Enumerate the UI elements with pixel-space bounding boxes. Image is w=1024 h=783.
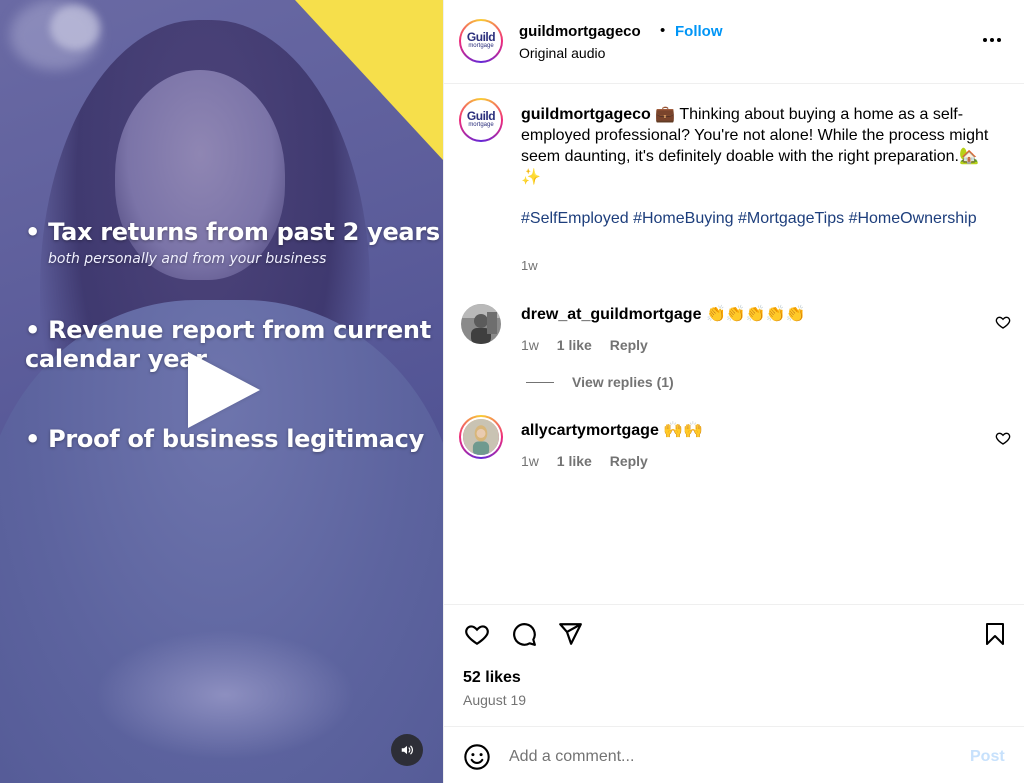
- likes-count[interactable]: 52 likes: [463, 669, 521, 687]
- view-replies-button[interactable]: View replies (1): [526, 374, 674, 390]
- guild-logo-text: Guild: [466, 30, 496, 44]
- video-figure-face: [115, 70, 285, 280]
- guild-logo: Guild mortgage: [461, 100, 501, 140]
- user-photo-icon: [461, 304, 501, 344]
- guild-logo-subtext: mortgage: [468, 122, 494, 128]
- yellow-corner-accent: [295, 0, 443, 160]
- separator-dot: •: [660, 22, 666, 39]
- background-light: [50, 5, 100, 50]
- user-photo-icon: [461, 417, 501, 457]
- comment-input[interactable]: [509, 741, 949, 773]
- avatar[interactable]: Guild mortgage: [459, 98, 503, 142]
- guild-logo: Guild mortgage: [461, 21, 501, 61]
- view-replies-label[interactable]: View replies (1): [572, 374, 674, 390]
- play-icon[interactable]: [188, 352, 260, 428]
- post-panel: Guild mortgage guildmortgageco • Follow …: [443, 0, 1024, 783]
- caption-timestamp: 1w: [521, 258, 538, 273]
- comment-meta: 1w 1 like Reply: [521, 453, 662, 469]
- replies-divider: [526, 381, 554, 383]
- guild-logo-subtext: mortgage: [468, 43, 494, 49]
- heart-icon[interactable]: [995, 314, 1011, 330]
- caption-text-block: guildmortgageco 💼 Thinking about buying …: [521, 104, 996, 188]
- post-date: August 19: [463, 692, 527, 708]
- post-header: Guild mortgage guildmortgageco • Follow …: [444, 0, 1024, 84]
- more-options-button[interactable]: [980, 28, 1004, 52]
- avatar[interactable]: Guild mortgage: [459, 19, 503, 63]
- send-icon: [559, 623, 582, 645]
- comment-username[interactable]: drew_at_guildmortgage 👏👏👏👏👏: [521, 304, 806, 324]
- comment-button[interactable]: [510, 620, 538, 648]
- comment-item: allycartymortgage 🙌🙌 1w 1 like Reply: [444, 415, 1024, 480]
- caption-hashtags[interactable]: #SelfEmployed #HomeBuying #MortgageTips …: [521, 208, 996, 229]
- comment-item: drew_at_guildmortgage 👏👏👏👏👏 1w 1 like Re…: [444, 304, 1024, 364]
- follow-button[interactable]: Follow: [675, 23, 723, 40]
- comment-likes[interactable]: 1 like: [557, 337, 592, 353]
- video-figure-hands: [95, 630, 355, 760]
- comment-text: 🙌🙌: [663, 422, 704, 439]
- post-button[interactable]: Post: [970, 748, 1005, 766]
- reply-button[interactable]: Reply: [610, 337, 648, 353]
- caption-username[interactable]: guildmortgageco: [521, 106, 651, 123]
- comment-username-text[interactable]: drew_at_guildmortgage: [521, 306, 701, 323]
- add-comment-bar: Post: [444, 726, 1024, 783]
- post-username[interactable]: guildmortgageco: [519, 23, 641, 40]
- avatar[interactable]: [461, 304, 501, 344]
- save-button[interactable]: [981, 620, 1009, 648]
- actions-divider: [444, 604, 1024, 605]
- avatar[interactable]: [459, 415, 503, 459]
- guild-logo-text: Guild: [466, 109, 496, 123]
- reel-video[interactable]: • Tax returns from past 2 years both per…: [0, 0, 443, 783]
- bookmark-icon: [986, 623, 1004, 645]
- heart-icon: [465, 625, 489, 646]
- comment-likes[interactable]: 1 like: [557, 453, 592, 469]
- comment-meta: 1w 1 like Reply: [521, 337, 662, 353]
- video-bullet-tax-returns: • Tax returns from past 2 years: [25, 218, 440, 246]
- comment-username-text[interactable]: allycartymortgage: [521, 422, 659, 439]
- share-button[interactable]: [556, 620, 584, 648]
- video-bullet-tax-returns-sub: both personally and from your business: [48, 251, 327, 267]
- comment-icon: [513, 623, 536, 646]
- more-icon: [983, 38, 1001, 42]
- comment-time: 1w: [521, 453, 539, 469]
- like-button[interactable]: [463, 620, 491, 648]
- heart-icon[interactable]: [995, 430, 1011, 446]
- mute-button[interactable]: [391, 734, 423, 766]
- comment-text: 👏👏👏👏👏: [705, 306, 806, 323]
- audio-label[interactable]: Original audio: [519, 45, 605, 61]
- reply-button[interactable]: Reply: [610, 453, 648, 469]
- speaker-icon: [401, 745, 413, 755]
- comment-time: 1w: [521, 337, 539, 353]
- comment-username[interactable]: allycartymortgage 🙌🙌: [521, 420, 703, 440]
- emoji-icon[interactable]: [463, 743, 491, 771]
